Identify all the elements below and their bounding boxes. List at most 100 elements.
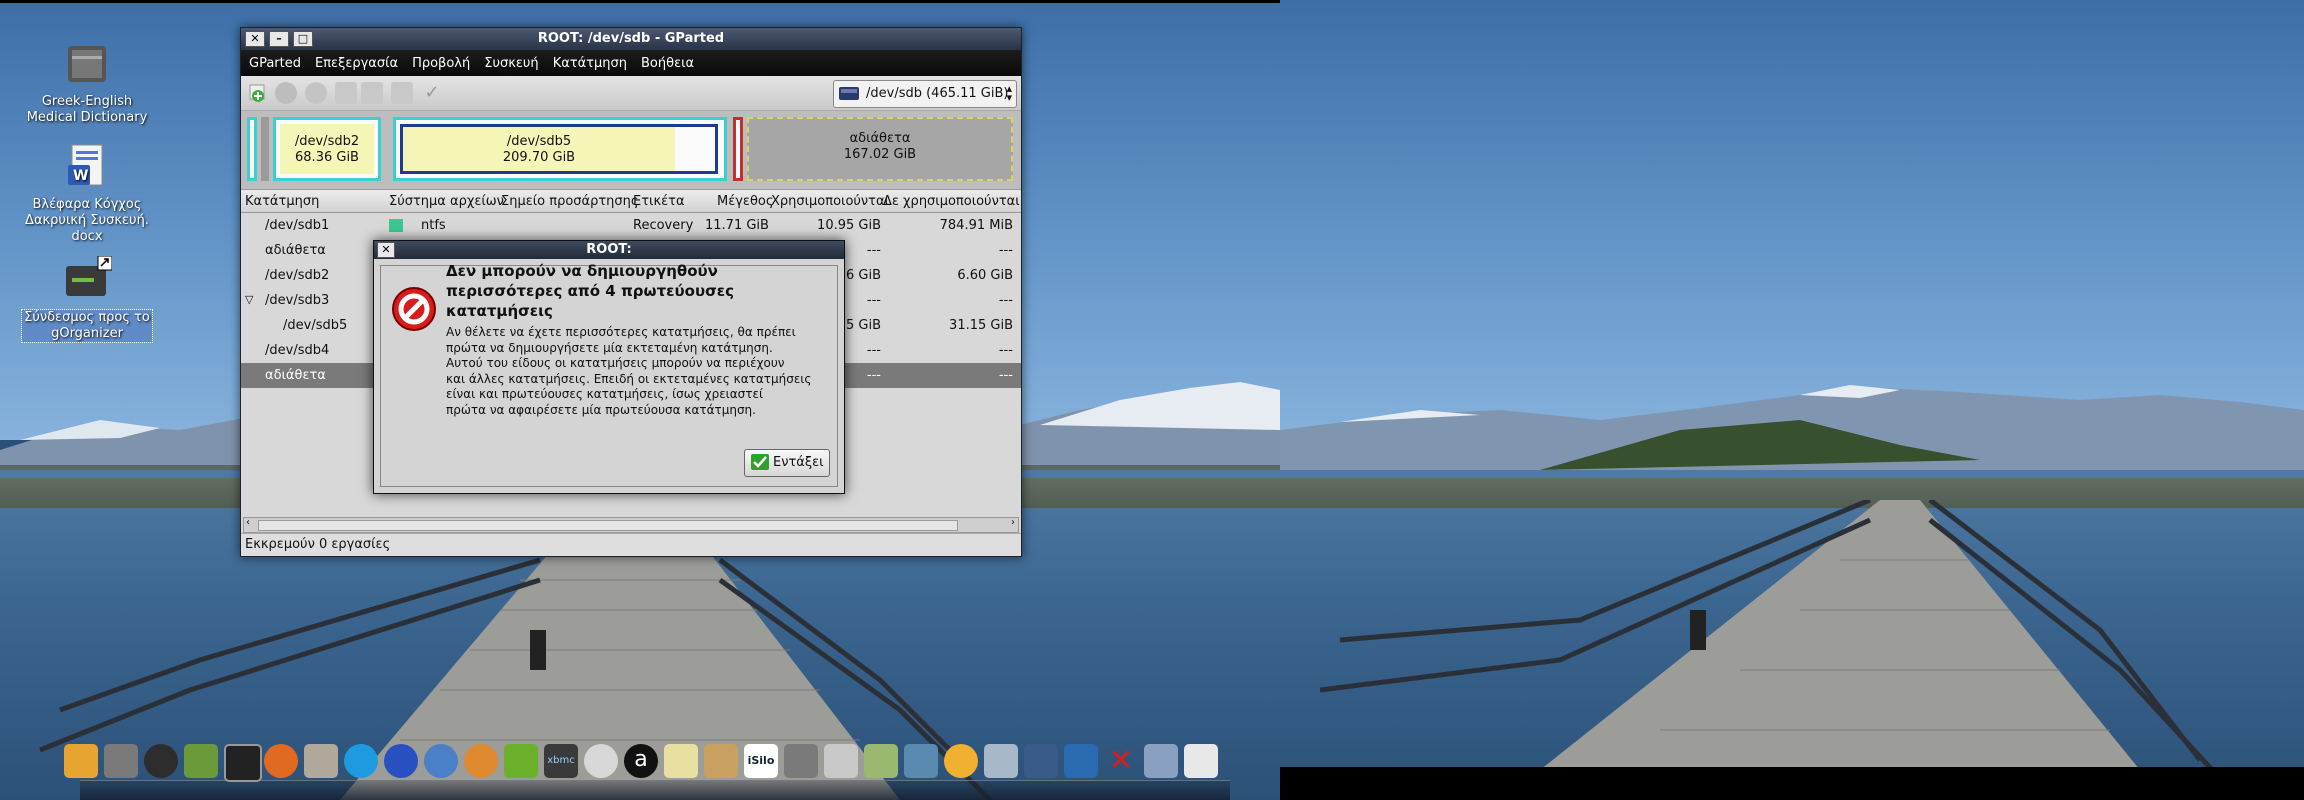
folder-icon[interactable] — [1064, 744, 1098, 778]
word-document-icon: W — [68, 144, 103, 186]
paste-icon[interactable] — [361, 82, 383, 104]
menu-device[interactable]: Συσκευή — [484, 56, 538, 71]
calendar-icon[interactable] — [704, 744, 738, 778]
scroll-right-icon[interactable]: › — [1011, 517, 1015, 528]
column-used[interactable]: Χρησιμοποιούνται — [771, 194, 889, 209]
menubar: GParted Επεξεργασία Προβολή Συσκευή Κατά… — [241, 50, 1021, 76]
window-titlebar[interactable]: ✕ – □ ROOT: /dev/sdb - GParted — [241, 28, 1021, 50]
desktop-icon-gorganizer[interactable]: Σύνδεσμος προς το gOrganizer — [21, 255, 153, 343]
trash-icon[interactable]: ✕ — [1104, 744, 1138, 778]
xbmc-icon[interactable]: xbmc — [544, 744, 578, 778]
device-selector[interactable]: /dev/sdb (465.11 GiB) ▴ ▾ — [833, 80, 1017, 108]
harddisk-icon — [839, 87, 859, 100]
settings-icon[interactable] — [184, 744, 218, 778]
checkmark-icon — [751, 454, 769, 470]
scroll-left-icon[interactable]: ‹ — [246, 517, 250, 528]
menu-edit[interactable]: Επεξεργασία — [315, 56, 398, 71]
partition-size: 209.70 GiB — [502, 150, 576, 165]
error-dialog: ✕ ROOT: Δεν μπορούν να δημιουργηθούν περ… — [373, 240, 845, 494]
gimp-icon[interactable] — [64, 744, 98, 778]
ntfs-color-swatch — [389, 219, 403, 232]
toolbar: ✓ /dev/sdb (465.11 GiB) ▴ ▾ — [241, 76, 1021, 111]
book-icon — [68, 46, 106, 82]
partition-block-sdb4[interactable] — [733, 117, 743, 181]
menu-help[interactable]: Βοήθεια — [641, 56, 694, 71]
desktop-icon-label: Βλέφαρα Κόγχος — [32, 197, 142, 212]
world-icon[interactable] — [424, 744, 458, 778]
partition-block-sdb2[interactable]: /dev/sdb2 68.36 GiB — [273, 117, 381, 181]
user-icon[interactable] — [984, 744, 1018, 778]
partition-block-unallocated[interactable]: αδιάθετα 167.02 GiB — [747, 117, 1013, 181]
network-icon[interactable] — [1144, 744, 1178, 778]
dock: xbmc a iSilo ✕ — [60, 736, 1230, 800]
resize-icon[interactable] — [305, 82, 327, 104]
tux-icon[interactable] — [144, 744, 178, 778]
column-filesystem[interactable]: Σύστημα αρχείων — [389, 194, 504, 209]
undo-icon[interactable] — [391, 82, 413, 104]
installer-icon[interactable] — [304, 744, 338, 778]
partition-size: 68.36 GiB — [295, 150, 359, 165]
column-partition[interactable]: Κατάτμηση — [245, 194, 319, 209]
dialog-heading: Δεν μπορούν να δημιουργηθούν περισσότερε… — [446, 262, 734, 320]
camera-icon[interactable] — [784, 744, 818, 778]
expander-down-icon[interactable]: ▽ — [245, 293, 253, 306]
chevron-updown-icon: ▴ ▾ — [1006, 82, 1012, 104]
desktop-icon-docx[interactable]: W Βλέφαρα Κόγχος Δακρυική Συσκευή. docx — [22, 143, 152, 245]
desktop-icon-label: docx — [71, 229, 103, 244]
window-title: ROOT: /dev/sdb - GParted — [537, 31, 725, 46]
desktop-icon-dictionary[interactable]: Greek-English Medical Dictionary — [22, 42, 152, 126]
ibilo-icon[interactable]: iSilo — [744, 744, 778, 778]
column-mountpoint[interactable]: Σημείο προσάρτησης — [501, 194, 639, 209]
column-size[interactable]: Μέγεθος — [717, 194, 774, 209]
svg-text:W: W — [73, 168, 88, 184]
a-icon[interactable]: a — [624, 744, 658, 778]
partition-name: /dev/sdb2 — [294, 134, 360, 149]
table-row[interactable]: /dev/sdb1 ntfs Recovery 11.71 GiB 10.95 … — [241, 213, 1021, 238]
column-label[interactable]: Ετικέτα — [633, 194, 685, 209]
drive-icon[interactable] — [104, 744, 138, 778]
error-stop-icon — [392, 287, 436, 331]
ok-button[interactable]: Εντάξει — [744, 449, 830, 477]
monitor-icon[interactable] — [1024, 744, 1058, 778]
tomboy-icon[interactable] — [664, 744, 698, 778]
files-icon[interactable] — [904, 744, 938, 778]
desktop-right — [1280, 0, 2304, 800]
printer-icon[interactable] — [824, 744, 858, 778]
column-unused[interactable]: Δε χρησιμοποιούνται — [883, 194, 1020, 209]
dock-shelf — [80, 780, 1230, 800]
partition-block-gap[interactable] — [261, 117, 269, 181]
dialog-close-button[interactable]: ✕ — [377, 242, 395, 258]
dialog-message: Αν θέλετε να έχετε περισσότερες κατατμήσ… — [446, 325, 812, 417]
desktop-icon-label: Greek-English — [41, 94, 133, 109]
horizontal-scrollbar[interactable]: ‹ › — [243, 517, 1019, 533]
ok-button-label: Εντάξει — [773, 455, 824, 470]
partition-map: /dev/sdb2 68.36 GiB /dev/sdb5 209.70 GiB… — [241, 111, 1021, 190]
skype-icon[interactable] — [344, 744, 378, 778]
terminal-icon[interactable] — [224, 744, 262, 782]
apple-icon[interactable] — [584, 744, 618, 778]
menu-partition[interactable]: Κατάτμηση — [553, 56, 627, 71]
mail-icon[interactable] — [1184, 744, 1218, 778]
pending-operations-label: Εκκρεμούν 0 εργασίες — [245, 537, 391, 552]
partition-size: 167.02 GiB — [843, 147, 917, 162]
desktop-icon-label: Σύνδεσμος προς το — [24, 310, 150, 325]
menu-view[interactable]: Προβολή — [412, 56, 470, 71]
partition-block-sdb3[interactable]: /dev/sdb5 209.70 GiB — [393, 117, 727, 181]
statusbar: Εκκρεμούν 0 εργασίες — [241, 533, 1021, 556]
new-partition-icon[interactable] — [247, 82, 269, 104]
clock-icon[interactable] — [944, 744, 978, 778]
nvidia-icon[interactable] — [504, 744, 538, 778]
table-header: Κατάτμηση Σύστημα αρχείων Σημείο προσάρτ… — [241, 190, 1021, 213]
dialog-titlebar[interactable]: ✕ ROOT: — [374, 241, 844, 259]
globe-icon[interactable] — [384, 744, 418, 778]
delete-partition-icon[interactable] — [275, 82, 297, 104]
partition-block-sdb1[interactable] — [247, 117, 257, 181]
ubuntu-icon[interactable] — [464, 744, 498, 778]
photos-icon[interactable] — [864, 744, 898, 778]
menu-gparted[interactable]: GParted — [249, 56, 301, 71]
scrollbar-thumb[interactable] — [258, 520, 958, 531]
copy-icon[interactable] — [335, 82, 357, 104]
apply-icon[interactable]: ✓ — [421, 82, 443, 104]
pier — [1319, 500, 2242, 800]
firefox-icon[interactable] — [264, 744, 298, 778]
